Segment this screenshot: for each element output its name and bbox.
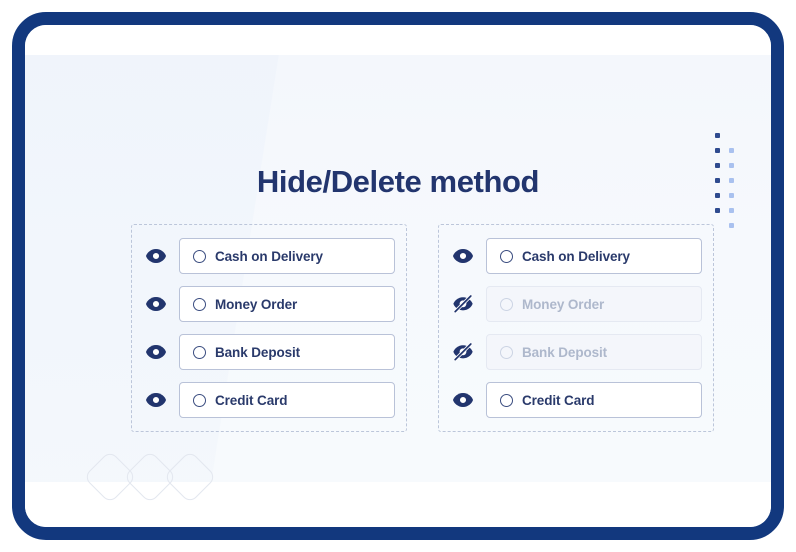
radio-button — [500, 345, 513, 359]
method-option[interactable]: Cash on Delivery — [486, 238, 702, 274]
eye-slash-icon[interactable] — [450, 291, 476, 317]
eye-icon[interactable] — [450, 387, 476, 413]
method-option[interactable]: Bank Deposit — [179, 334, 395, 370]
panel-before: Cash on Delivery Money Order Bank Deposit C… — [131, 224, 407, 432]
method-option[interactable]: Credit Card — [179, 382, 395, 418]
method-label: Money Order — [215, 296, 298, 312]
method-option[interactable]: Cash on Delivery — [179, 238, 395, 274]
method-option: Bank Deposit — [486, 334, 702, 370]
eye-slash-icon — [453, 295, 473, 313]
radio-button[interactable] — [500, 393, 513, 407]
radio-button[interactable] — [193, 249, 206, 263]
method-row: Credit Card — [143, 382, 395, 418]
method-label: Credit Card — [215, 392, 288, 408]
page-title: Hide/Delete method — [256, 164, 540, 199]
diamond-shape — [163, 450, 217, 504]
radio-button[interactable] — [193, 297, 206, 311]
radio-button[interactable] — [193, 345, 206, 359]
dot-dark — [715, 148, 720, 153]
method-label: Bank Deposit — [522, 344, 608, 360]
dot-light — [729, 223, 734, 228]
eye-icon — [146, 249, 166, 263]
dot-light — [729, 208, 734, 213]
dot-light — [729, 148, 734, 153]
radio-button[interactable] — [193, 393, 206, 407]
eye-icon[interactable] — [143, 291, 169, 317]
method-option[interactable]: Credit Card — [486, 382, 702, 418]
method-label: Money Order — [522, 296, 605, 312]
method-row: Cash on Delivery — [450, 238, 702, 274]
diamond-watermark — [83, 443, 221, 509]
method-row: Money Order — [450, 286, 702, 322]
eye-icon — [453, 249, 473, 263]
eye-icon[interactable] — [143, 387, 169, 413]
dot-dark — [715, 208, 720, 213]
method-panels: Cash on Delivery Money Order Bank Deposit C… — [131, 224, 715, 432]
method-label: Bank Deposit — [215, 344, 301, 360]
page-canvas: Hide/Delete method Cash on Delivery Money… — [25, 25, 771, 527]
eye-icon — [453, 393, 473, 407]
radio-button[interactable] — [500, 249, 513, 263]
eye-icon — [146, 345, 166, 359]
eye-icon[interactable] — [450, 243, 476, 269]
method-row: Money Order — [143, 286, 395, 322]
method-row: Cash on Delivery — [143, 238, 395, 274]
eye-icon[interactable] — [143, 243, 169, 269]
dot-dark — [715, 133, 720, 138]
method-label: Credit Card — [522, 392, 595, 408]
method-row: Bank Deposit — [143, 334, 395, 370]
method-option: Money Order — [486, 286, 702, 322]
eye-slash-icon[interactable] — [450, 339, 476, 365]
method-row: Credit Card — [450, 382, 702, 418]
panel-after: Cash on Delivery Money Order Bank Deposit C… — [438, 224, 714, 432]
radio-button — [500, 297, 513, 311]
method-option[interactable]: Money Order — [179, 286, 395, 322]
eye-icon[interactable] — [143, 339, 169, 365]
eye-icon — [146, 393, 166, 407]
method-label: Cash on Delivery — [522, 248, 630, 264]
method-row: Bank Deposit — [450, 334, 702, 370]
eye-icon — [146, 297, 166, 311]
device-frame: Hide/Delete method Cash on Delivery Money… — [12, 12, 784, 540]
method-label: Cash on Delivery — [215, 248, 323, 264]
eye-slash-icon — [453, 343, 473, 361]
